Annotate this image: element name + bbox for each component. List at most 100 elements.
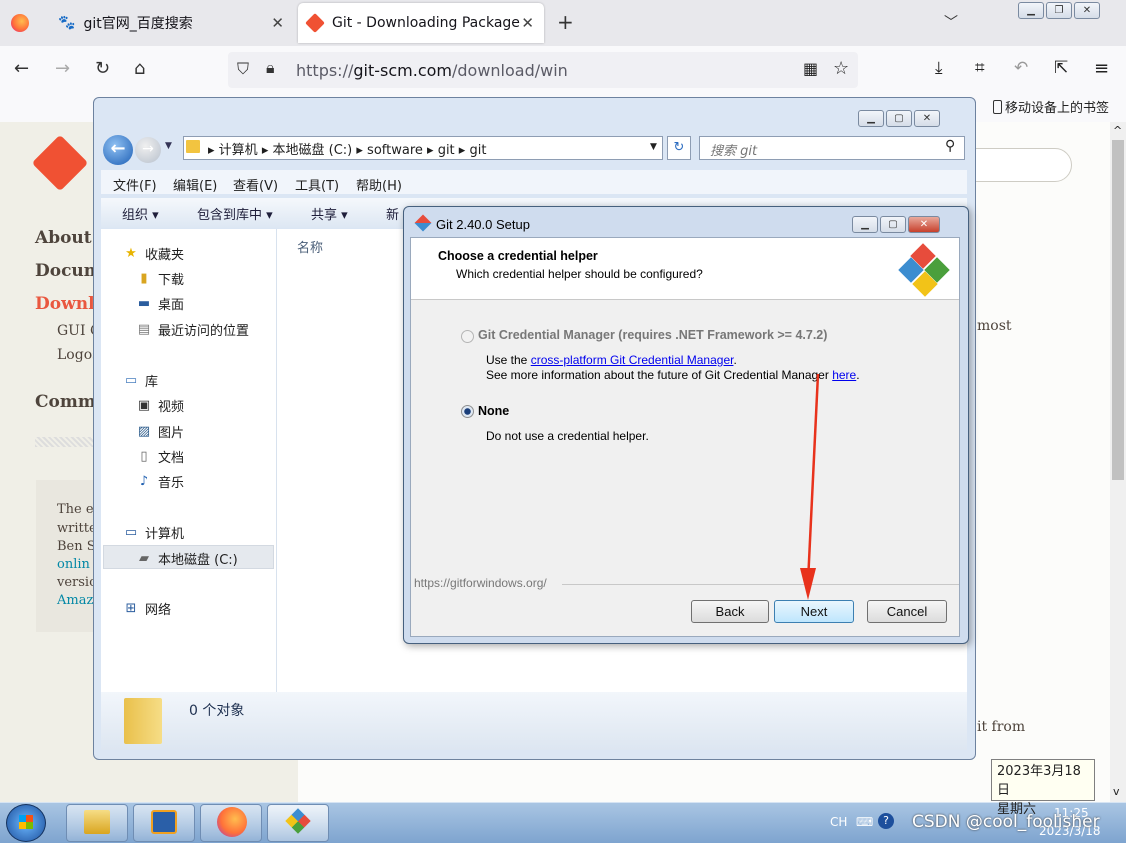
scroll-up-icon[interactable]: ^ <box>1113 124 1122 137</box>
bookmark-star-icon[interactable]: ☆ <box>833 58 849 79</box>
include-in-library-button[interactable]: 包含到库中 ▾ <box>197 204 273 223</box>
maximize-button[interactable]: ❐ <box>1046 2 1072 19</box>
menu-icon[interactable]: ≡ <box>1094 58 1109 79</box>
nav-favorites[interactable]: ★ 收藏夹 <box>123 244 184 263</box>
promo-link[interactable]: Amaz <box>57 593 93 608</box>
back-button[interactable]: Back <box>691 600 769 623</box>
git-logo-icon <box>305 13 325 33</box>
nav-downloads[interactable]: ▮ 下载 <box>136 269 184 288</box>
nav-libraries[interactable]: ▭ 库 <box>123 371 158 390</box>
hard-disk-icon: ▰ <box>139 551 149 566</box>
nav-recent[interactable]: ▤ 最近访问的位置 <box>136 320 249 339</box>
column-header-name[interactable]: 名称 <box>297 237 323 256</box>
organize-button[interactable]: 组织 ▾ <box>122 204 159 223</box>
firefox-icon[interactable] <box>11 14 29 32</box>
explorer-forward-button[interactable]: → <box>135 137 161 163</box>
document-icon: ▯ <box>140 449 148 464</box>
page-search-input[interactable] <box>960 148 1072 182</box>
nav-local-disk[interactable]: ▰ 本地磁盘 (C:) <box>136 549 238 568</box>
crumb[interactable]: 本地磁盘 (C:) <box>273 143 353 158</box>
minimize-button[interactable]: ▁ <box>852 216 878 233</box>
shield-icon[interactable]: ⛉ <box>237 59 249 79</box>
tab-baidu-search[interactable]: 🐾 git官网_百度搜索 ✕ <box>48 3 294 43</box>
nav-computer[interactable]: ▭ 计算机 <box>123 523 184 542</box>
option-git-credential-manager-radio[interactable] <box>461 330 474 343</box>
close-button[interactable]: ✕ <box>908 216 940 233</box>
minimize-button[interactable]: ▁ <box>858 110 884 127</box>
close-tab-icon[interactable]: ✕ <box>271 14 284 32</box>
menu-tools[interactable]: 工具(T) <box>295 175 339 194</box>
refresh-icon[interactable]: ↻ <box>667 136 691 160</box>
scrollbar-thumb[interactable] <box>1112 140 1124 480</box>
page-text: most <box>977 318 1012 334</box>
search-placeholder: 搜索 git <box>710 144 758 159</box>
side-nav-community[interactable]: Comm <box>35 392 96 412</box>
nav-desktop[interactable]: ▬ 桌面 <box>136 294 184 313</box>
back-icon[interactable]: ← <box>14 58 29 79</box>
side-nav-about[interactable]: About <box>35 228 92 248</box>
nav-documents[interactable]: ▯ 文档 <box>136 447 184 466</box>
crumb[interactable]: git <box>438 143 455 158</box>
nav-videos[interactable]: ▣ 视频 <box>136 396 184 415</box>
new-tab-button[interactable]: + <box>557 10 574 34</box>
mobile-bookmarks[interactable]: 移动设备上的书签 <box>993 97 1109 116</box>
new-folder-button[interactable]: 新 <box>386 204 399 223</box>
downloads-folder-icon: ▮ <box>140 271 148 286</box>
url-text[interactable]: https://git-scm.com/download/win <box>296 61 568 80</box>
library-icon: ▭ <box>124 373 138 388</box>
picture-icon: ▨ <box>137 424 151 439</box>
maximize-button[interactable]: ▢ <box>880 216 906 233</box>
menu-view[interactable]: 查看(V) <box>233 175 278 194</box>
home-icon[interactable]: ⌂ <box>134 58 145 79</box>
menu-help[interactable]: 帮助(H) <box>356 175 402 194</box>
nav-music[interactable]: ♪ 音乐 <box>136 472 184 491</box>
phone-icon <box>993 99 1002 114</box>
keyboard-icon[interactable]: ⌨ <box>856 815 873 829</box>
language-indicator[interactable]: CH <box>830 815 847 829</box>
tab-git-download[interactable]: Git - Downloading Package ✕ <box>298 3 544 43</box>
cancel-button[interactable]: Cancel <box>867 600 947 623</box>
computer-icon: ▭ <box>124 525 138 540</box>
menu-edit[interactable]: 编辑(E) <box>173 175 217 194</box>
crumb[interactable]: 计算机 <box>219 143 258 158</box>
close-window-button[interactable]: ✕ <box>1074 2 1100 19</box>
forward-icon[interactable]: → <box>55 58 70 79</box>
search-icon[interactable]: ⚲ <box>945 138 955 154</box>
reload-icon[interactable]: ↻ <box>95 58 110 79</box>
gcm-link[interactable]: cross-platform Git Credential Manager <box>531 353 734 367</box>
help-icon[interactable]: ? <box>878 813 894 829</box>
explorer-back-button[interactable]: ← <box>103 135 133 165</box>
next-button[interactable]: Next <box>774 600 854 623</box>
crumb[interactable]: software <box>367 143 423 158</box>
promo-link[interactable]: onlin <box>57 557 90 572</box>
crumb[interactable]: git <box>469 143 486 158</box>
scroll-down-icon[interactable]: v <box>1113 785 1120 798</box>
menu-file[interactable]: 文件(F) <box>113 175 157 194</box>
address-dropdown-icon[interactable]: ▼ <box>650 142 657 152</box>
explorer-window-controls: ▁ ▢ ✕ <box>858 110 940 127</box>
download-icon[interactable]: ⤓ <box>935 58 943 78</box>
maximize-button[interactable]: ▢ <box>886 110 912 127</box>
option-none-label[interactable]: None <box>478 404 509 418</box>
qr-code-icon[interactable]: ▦ <box>803 59 818 78</box>
side-nav-documentation[interactable]: Docum <box>35 261 102 281</box>
nav-pictures[interactable]: ▨ 图片 <box>136 422 184 441</box>
share-icon[interactable]: ⇱ <box>1054 58 1068 78</box>
list-all-tabs-icon[interactable]: ﹀ <box>944 12 958 32</box>
nav-network[interactable]: ⊞ 网络 <box>123 599 171 618</box>
side-nav-downloads[interactable]: Downl <box>35 294 95 314</box>
close-tab-icon[interactable]: ✕ <box>521 14 534 32</box>
dialog-title: Git 2.40.0 Setup <box>436 217 530 232</box>
share-with-button[interactable]: 共享 ▾ <box>311 204 348 223</box>
option1-description: Use the cross-platform Git Credential Ma… <box>486 353 737 367</box>
option-git-credential-manager-label[interactable]: Git Credential Manager (requires .NET Fr… <box>478 328 827 342</box>
minimize-button[interactable]: ▁ <box>1018 2 1044 19</box>
lock-icon[interactable]: 🔒︎ <box>266 58 275 78</box>
close-button[interactable]: ✕ <box>914 110 940 127</box>
option-none-description: Do not use a credential helper. <box>486 429 649 443</box>
here-link[interactable]: here <box>832 368 856 382</box>
option-none-radio[interactable] <box>461 405 474 418</box>
screenshot-icon[interactable]: ⌗ <box>975 58 985 78</box>
recent-pages-icon[interactable]: ▼ <box>165 141 172 151</box>
undo-icon[interactable]: ↶ <box>1014 58 1028 78</box>
